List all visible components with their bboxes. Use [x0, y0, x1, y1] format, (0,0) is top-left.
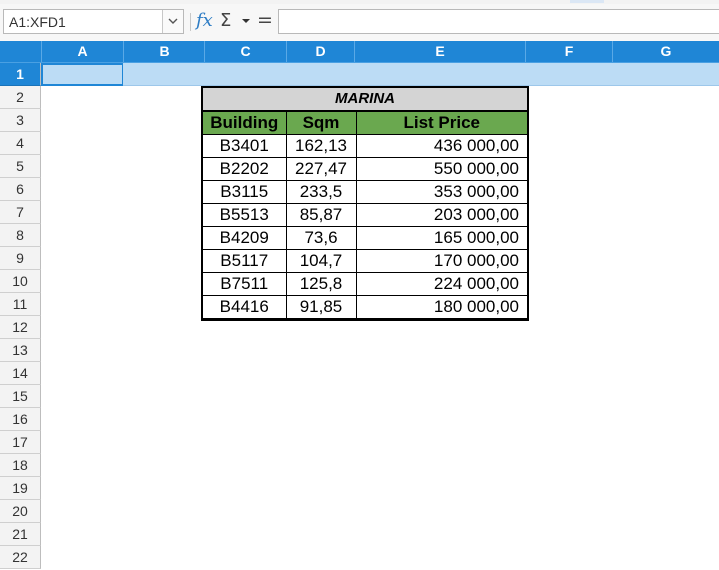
function-wizard-icon[interactable]: fx — [196, 10, 213, 31]
cell-sqm[interactable]: 91,85 — [285, 295, 357, 321]
table-row: B5513 85,87 203 000,00 — [201, 203, 529, 227]
row-header-13[interactable]: 13 — [0, 339, 41, 362]
cell-building[interactable]: B4416 — [201, 295, 287, 321]
cell-building[interactable]: B3115 — [201, 180, 287, 204]
column-header-b[interactable]: B — [123, 41, 205, 62]
cell-sqm[interactable]: 125,8 — [285, 272, 357, 296]
cell-list-price[interactable]: 170 000,00 — [355, 249, 529, 273]
cell-sqm[interactable]: 73,6 — [285, 226, 357, 250]
marina-table: MARINA Building Sqm List Price B3401 162,… — [201, 86, 529, 321]
cell-sqm[interactable]: 85,87 — [285, 203, 357, 227]
row-header-3[interactable]: 3 — [0, 109, 41, 132]
row-header-6[interactable]: 6 — [0, 178, 41, 201]
row-header-18[interactable]: 18 — [0, 454, 41, 477]
cell-building[interactable]: B5117 — [201, 249, 287, 273]
cell-list-price[interactable]: 436 000,00 — [355, 134, 529, 158]
table-row: B4209 73,6 165 000,00 — [201, 226, 529, 250]
name-box[interactable]: A1:XFD1 — [3, 9, 184, 34]
selected-row-highlight — [41, 63, 719, 86]
row-header-15[interactable]: 15 — [0, 385, 41, 408]
formula-bar: A1:XFD1 fx Σ = — [0, 4, 719, 41]
row-header-22[interactable]: 22 — [0, 546, 41, 569]
cell-sqm[interactable]: 233,5 — [285, 180, 357, 204]
column-header-g[interactable]: G — [612, 41, 719, 62]
row-header-21[interactable]: 21 — [0, 523, 41, 546]
cell-sqm[interactable]: 227,47 — [285, 157, 357, 181]
formula-icon[interactable]: = — [257, 9, 273, 31]
cell-list-price[interactable]: 180 000,00 — [355, 295, 529, 321]
cell-building[interactable]: B5513 — [201, 203, 287, 227]
table-row: B7511 125,8 224 000,00 — [201, 272, 529, 296]
row-header-11[interactable]: 11 — [0, 293, 41, 316]
row-header-14[interactable]: 14 — [0, 362, 41, 385]
cell-list-price[interactable]: 224 000,00 — [355, 272, 529, 296]
table-row: B5117 104,7 170 000,00 — [201, 249, 529, 273]
column-header-f[interactable]: F — [525, 41, 612, 62]
column-header-a[interactable]: A — [41, 41, 123, 62]
formula-bar-separator — [190, 13, 191, 31]
row-header-16[interactable]: 16 — [0, 408, 41, 431]
cell-list-price[interactable]: 165 000,00 — [355, 226, 529, 250]
row-header-2[interactable]: 2 — [0, 86, 41, 109]
table-row: B2202 227,47 550 000,00 — [201, 157, 529, 181]
cell-building[interactable]: B3401 — [201, 134, 287, 158]
row-header-1[interactable]: 1 — [0, 63, 41, 86]
table-row: B3115 233,5 353 000,00 — [201, 180, 529, 204]
row-header-4[interactable]: 4 — [0, 132, 41, 155]
sum-dropdown-icon[interactable] — [242, 19, 250, 24]
formula-input[interactable] — [278, 9, 719, 34]
cell-sqm[interactable]: 162,13 — [285, 134, 357, 158]
row-header-19[interactable]: 19 — [0, 477, 41, 500]
cell-sqm[interactable]: 104,7 — [285, 249, 357, 273]
row-header-5[interactable]: 5 — [0, 155, 41, 178]
column-header-c[interactable]: C — [204, 41, 286, 62]
table-title[interactable]: MARINA — [201, 86, 529, 112]
sum-icon[interactable]: Σ — [220, 10, 231, 31]
cell-list-price[interactable]: 203 000,00 — [355, 203, 529, 227]
row-header-9[interactable]: 9 — [0, 247, 41, 270]
header-list-price[interactable]: List Price — [355, 110, 529, 135]
table-row: B3401 162,13 436 000,00 — [201, 134, 529, 158]
name-box-value: A1:XFD1 — [9, 14, 66, 30]
row-header-10[interactable]: 10 — [0, 270, 41, 293]
cell-cursor — [41, 63, 123, 86]
table-row: B4416 91,85 180 000,00 — [201, 295, 529, 321]
column-header-d[interactable]: D — [286, 41, 354, 62]
row-header-7[interactable]: 7 — [0, 201, 41, 224]
row-header-8[interactable]: 8 — [0, 224, 41, 247]
chevron-down-icon — [168, 18, 178, 24]
sheet-tab-indicator — [570, 0, 604, 3]
column-headers: ABCDEFG — [0, 41, 719, 63]
header-sqm[interactable]: Sqm — [285, 110, 357, 135]
row-header-20[interactable]: 20 — [0, 500, 41, 523]
cell-building[interactable]: B7511 — [201, 272, 287, 296]
cell-list-price[interactable]: 550 000,00 — [355, 157, 529, 181]
row-header-12[interactable]: 12 — [0, 316, 41, 339]
cell-list-price[interactable]: 353 000,00 — [355, 180, 529, 204]
cell-building[interactable]: B4209 — [201, 226, 287, 250]
column-header-e[interactable]: E — [354, 41, 525, 62]
row-header-17[interactable]: 17 — [0, 431, 41, 454]
cell-building[interactable]: B2202 — [201, 157, 287, 181]
name-box-dropdown-button[interactable] — [162, 10, 183, 33]
header-building[interactable]: Building — [201, 110, 287, 135]
